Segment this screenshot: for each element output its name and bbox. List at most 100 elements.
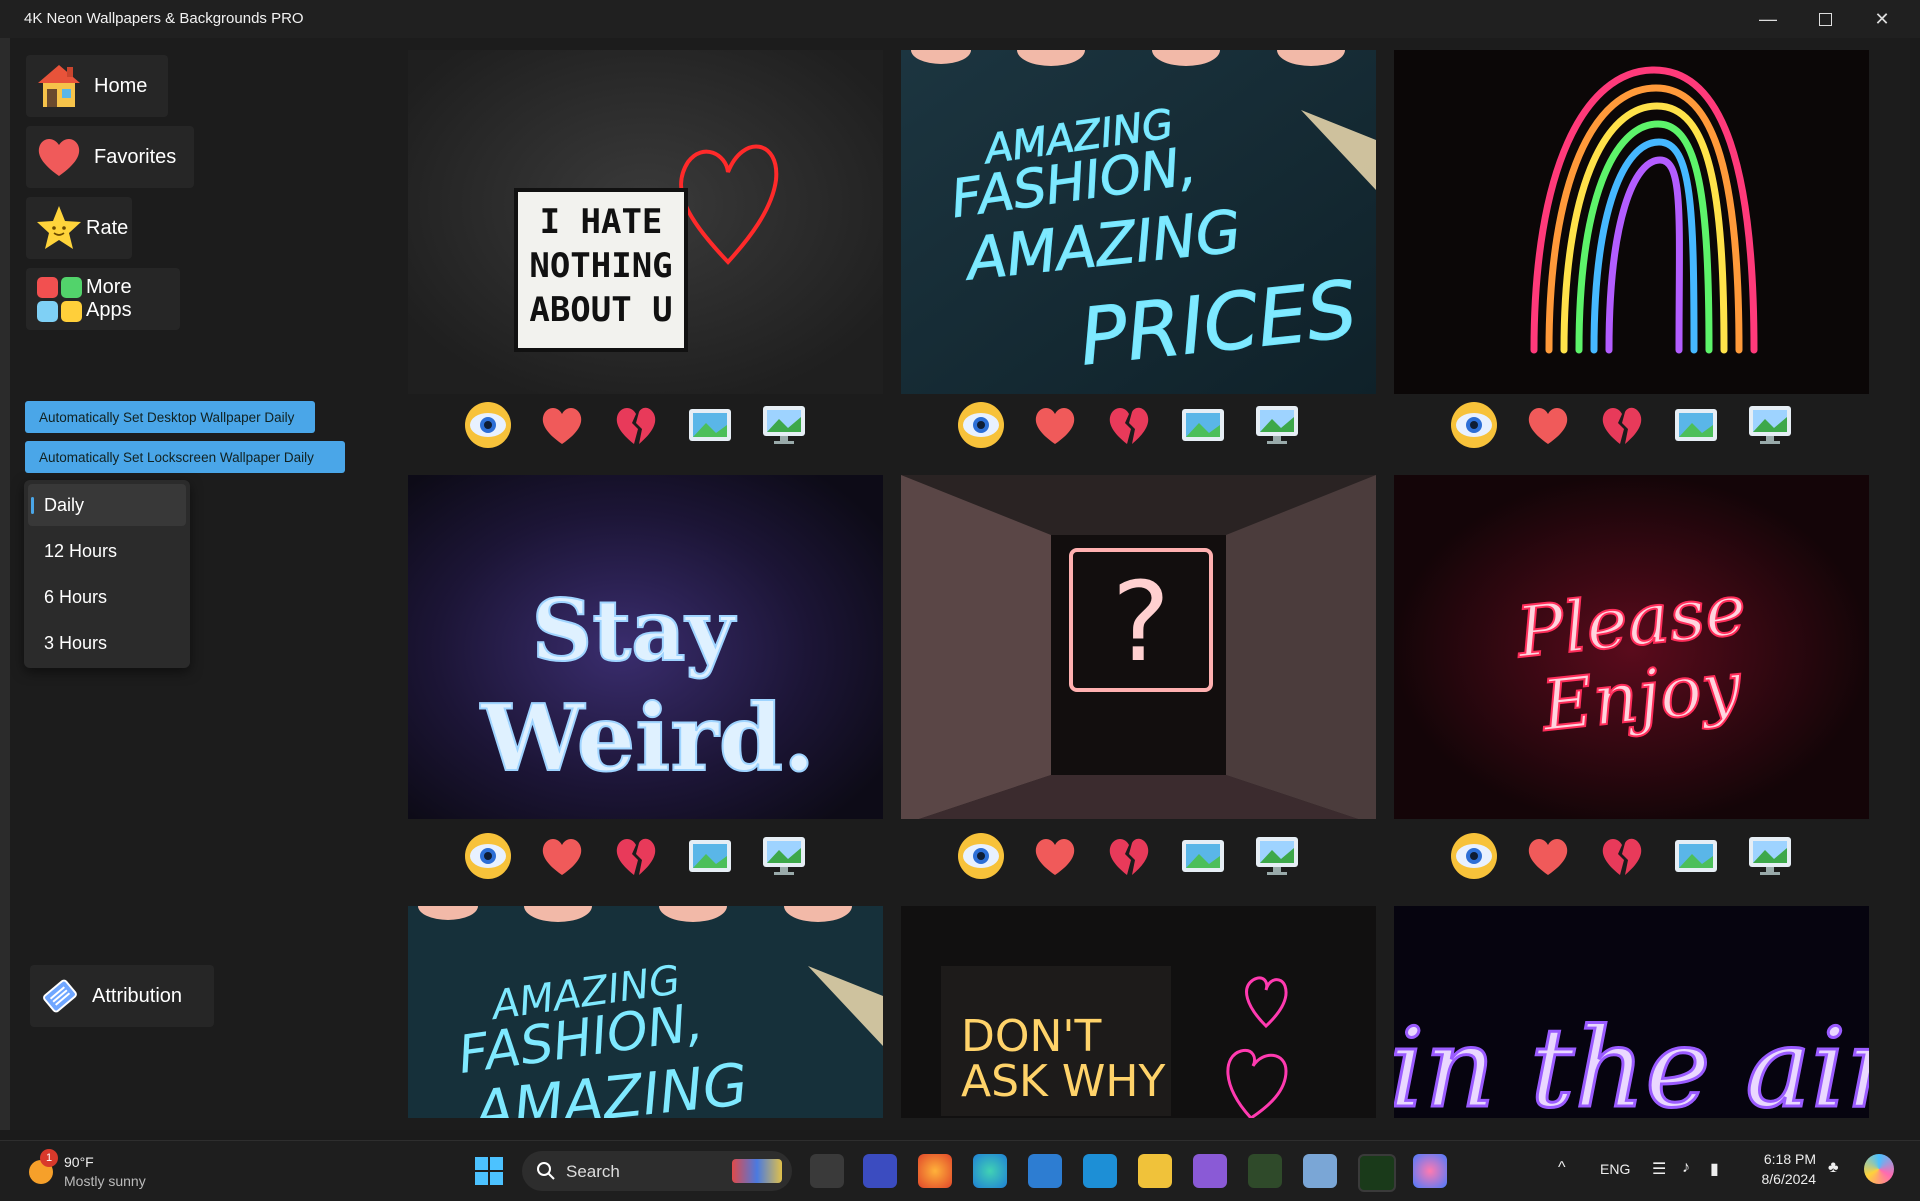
copilot-icon[interactable] bbox=[1864, 1154, 1894, 1184]
attribution-button[interactable]: Attribution bbox=[30, 965, 214, 1027]
wallpaper-tile-8[interactable]: DON'T ASK WHY bbox=[901, 906, 1376, 1118]
heart-icon[interactable] bbox=[1524, 832, 1572, 880]
wallpaper-dont-ask-why: DON'T ASK WHY bbox=[901, 906, 1376, 1118]
weather-widget[interactable]: 1 90°F Mostly sunny bbox=[24, 1149, 164, 1193]
eye-icon[interactable] bbox=[464, 401, 512, 449]
heart-icon[interactable] bbox=[1524, 401, 1572, 449]
search-icon bbox=[537, 1162, 555, 1180]
tile-4-line-1: Stay bbox=[532, 581, 737, 680]
set-lockscreen-icon[interactable] bbox=[1253, 401, 1301, 449]
firefox-icon[interactable] bbox=[918, 1154, 952, 1188]
tile-5-line-1: ? bbox=[1112, 558, 1170, 686]
app-icon-drop[interactable] bbox=[1413, 1154, 1447, 1188]
window-edge bbox=[0, 38, 10, 1130]
set-lockscreen-icon[interactable] bbox=[760, 401, 808, 449]
app-icon-stylus[interactable] bbox=[863, 1154, 897, 1188]
eye-icon[interactable] bbox=[1450, 832, 1498, 880]
close-button[interactable]: ✕ bbox=[1854, 0, 1910, 38]
wallpaper-question-mark: ? bbox=[901, 475, 1376, 819]
tile-2-actions bbox=[957, 400, 1301, 450]
eye-icon[interactable] bbox=[1450, 401, 1498, 449]
attribution-label: Attribution bbox=[92, 984, 183, 1007]
app-icon-green[interactable] bbox=[1248, 1154, 1282, 1188]
edge-icon[interactable] bbox=[973, 1154, 1007, 1188]
volume-icon[interactable]: ♪ bbox=[1682, 1159, 1690, 1177]
interval-option-6-hours[interactable]: 6 Hours bbox=[28, 576, 186, 618]
tile-4-actions bbox=[464, 831, 808, 881]
heart-icon[interactable] bbox=[1031, 401, 1079, 449]
nav-rate-label: Rate bbox=[86, 216, 129, 239]
nav-favorites-label: Favorites bbox=[94, 145, 177, 168]
task-view-icon[interactable] bbox=[810, 1154, 844, 1188]
tile-9-line-1: in the air bbox=[1394, 1004, 1869, 1118]
heart-icon[interactable] bbox=[538, 401, 586, 449]
maximize-button[interactable] bbox=[1797, 0, 1853, 38]
interval-dropdown: Daily 12 Hours 6 Hours 3 Hours bbox=[24, 480, 190, 668]
nav-rate[interactable]: Rate bbox=[26, 197, 132, 259]
clock-time[interactable]: 6:18 PM bbox=[1760, 1151, 1816, 1167]
neon-wallpapers-app-icon[interactable] bbox=[1358, 1154, 1396, 1192]
broken-heart-icon[interactable] bbox=[1598, 401, 1646, 449]
set-desktop-icon[interactable] bbox=[686, 832, 734, 880]
wallpaper-tile-9[interactable]: in the air bbox=[1394, 906, 1869, 1118]
set-lockscreen-icon[interactable] bbox=[1746, 832, 1794, 880]
auto-desktop-wallpaper-button[interactable]: Automatically Set Desktop Wallpaper Dail… bbox=[25, 401, 315, 433]
auto-lockscreen-wallpaper-button[interactable]: Automatically Set Lockscreen Wallpaper D… bbox=[25, 441, 345, 473]
clock-date[interactable]: 8/6/2024 bbox=[1752, 1171, 1817, 1187]
eye-icon[interactable] bbox=[957, 832, 1005, 880]
battery-icon[interactable]: ▮ bbox=[1710, 1159, 1719, 1179]
app-icon-blue[interactable] bbox=[1083, 1154, 1117, 1188]
wallpaper-tile-4[interactable]: Stay Weird. bbox=[408, 475, 883, 819]
set-desktop-icon[interactable] bbox=[1179, 401, 1227, 449]
wallpaper-tile-7[interactable]: AMAZING FASHION, AMAZING bbox=[408, 906, 883, 1118]
set-desktop-icon[interactable] bbox=[1179, 832, 1227, 880]
minimize-button[interactable]: — bbox=[1740, 0, 1796, 38]
tile-3-actions bbox=[1450, 400, 1794, 450]
set-lockscreen-icon[interactable] bbox=[1746, 401, 1794, 449]
eye-icon[interactable] bbox=[957, 401, 1005, 449]
wallpaper-tile-6[interactable]: Please Enjoy bbox=[1394, 475, 1869, 819]
wallpaper-tile-5[interactable]: ? bbox=[901, 475, 1376, 819]
close-icon: ✕ bbox=[1874, 8, 1890, 29]
nav-favorites[interactable]: Favorites bbox=[26, 126, 194, 188]
interval-option-12-hours[interactable]: 12 Hours bbox=[28, 530, 186, 572]
wallpaper-tile-1[interactable]: I HATE NOTHING ABOUT U bbox=[408, 50, 883, 394]
visual-studio-icon[interactable] bbox=[1193, 1154, 1227, 1188]
broken-heart-icon[interactable] bbox=[612, 401, 660, 449]
windows-icon bbox=[475, 1157, 503, 1185]
broken-heart-icon[interactable] bbox=[612, 832, 660, 880]
language-indicator[interactable]: ENG bbox=[1600, 1161, 1630, 1177]
start-button[interactable] bbox=[472, 1154, 506, 1188]
nav-more-apps-label: More Apps bbox=[86, 276, 132, 321]
tray-overflow-chevron-icon[interactable]: ^ bbox=[1558, 1159, 1566, 1177]
set-desktop-icon[interactable] bbox=[686, 401, 734, 449]
broken-heart-icon[interactable] bbox=[1105, 401, 1153, 449]
broken-heart-icon[interactable] bbox=[1105, 832, 1153, 880]
attribution-tag-icon bbox=[38, 974, 82, 1018]
nav-more-apps[interactable]: More Apps bbox=[26, 268, 180, 330]
house-icon bbox=[34, 61, 84, 111]
interval-option-3-hours[interactable]: 3 Hours bbox=[28, 622, 186, 664]
set-desktop-icon[interactable] bbox=[1672, 832, 1720, 880]
weather-temperature: 90°F bbox=[64, 1154, 94, 1170]
heart-icon[interactable] bbox=[1031, 832, 1079, 880]
nav-home[interactable]: Home bbox=[26, 55, 168, 117]
set-lockscreen-icon[interactable] bbox=[760, 832, 808, 880]
wallpaper-tile-3[interactable] bbox=[1394, 50, 1869, 394]
store-icon[interactable] bbox=[1028, 1154, 1062, 1188]
notification-bell-icon[interactable]: ♣ bbox=[1828, 1159, 1839, 1177]
nav-home-label: Home bbox=[94, 74, 148, 97]
heart-icon[interactable] bbox=[538, 832, 586, 880]
eye-icon[interactable] bbox=[464, 832, 512, 880]
wifi-icon[interactable]: ☰ bbox=[1652, 1159, 1666, 1179]
set-desktop-icon[interactable] bbox=[1672, 401, 1720, 449]
interval-option-daily[interactable]: Daily bbox=[28, 484, 186, 526]
file-explorer-icon[interactable] bbox=[1138, 1154, 1172, 1188]
app-icon-chart[interactable] bbox=[1303, 1154, 1337, 1188]
broken-heart-icon[interactable] bbox=[1598, 832, 1646, 880]
maximize-icon bbox=[1818, 12, 1832, 26]
wallpaper-tile-2[interactable]: AMAZING FASHION, AMAZING PRICES bbox=[901, 50, 1376, 394]
set-lockscreen-icon[interactable] bbox=[1253, 832, 1301, 880]
taskbar-search[interactable]: Search bbox=[522, 1151, 792, 1191]
search-placeholder: Search bbox=[566, 1162, 620, 1181]
